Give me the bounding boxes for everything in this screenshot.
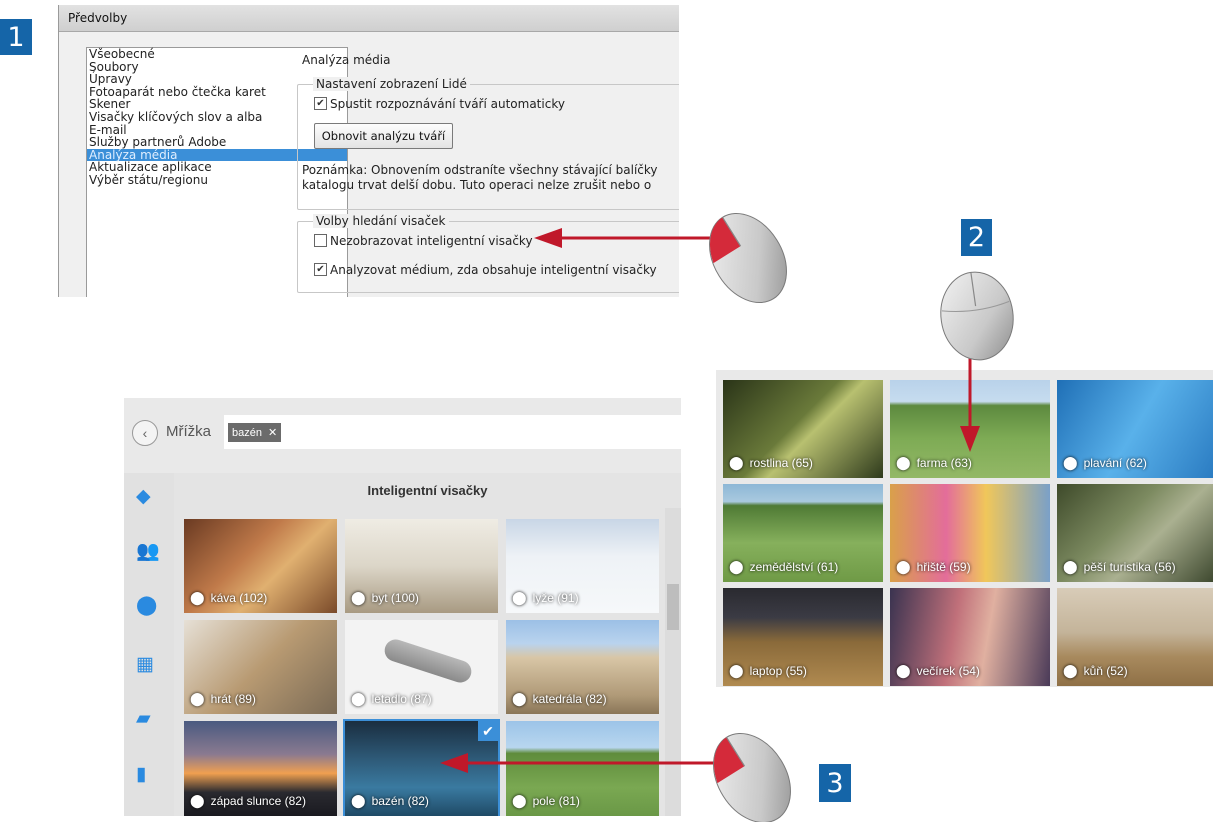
auto-face-checkbox[interactable]: ✔ [314,97,327,110]
smart-tag-label: večírek (54) [916,664,980,678]
grid-sidebar: ◆ 👥 ⬤ ▦ ▰ ▮ [124,473,174,816]
smart-tag-tile[interactable]: ⬤ letadlo (87) [345,620,498,714]
airplane-icon [381,636,475,686]
note-line-2: katalogu trvat delší dobu. Tuto operaci … [302,178,652,192]
check-icon[interactable]: ✔ [478,721,498,741]
smart-tag-label: hrát (89) [210,692,256,706]
tag-icon: ⬤ [190,793,205,808]
tag-icon: ⬤ [729,663,744,678]
tag-icon: ⬤ [512,691,527,706]
tag-icon: ⬤ [1063,559,1078,574]
scrollbar-thumb[interactable] [667,584,679,630]
smart-tag-label: letadlo (87) [371,692,432,706]
smart-tag-tile[interactable]: ⬤ lyže (91) [506,519,659,613]
people-group-title: Nastavení zobrazení Lidé [313,77,470,91]
preferences-dialog: Předvolby Všeobecné Soubory Úpravy Fotoa… [58,5,679,297]
tag-icon: ⬤ [351,691,366,706]
section-title: Analýza média [302,53,391,67]
tag-icon: ⬤ [190,590,205,605]
smart-tag-label: katedrála (82) [532,692,607,706]
tag-icon: ⬤ [896,663,911,678]
smart-tag-tile[interactable]: ⬤ pole (81) [506,721,659,816]
tag-icon[interactable]: ◆ [136,485,151,508]
calendar-icon[interactable]: ▦ [136,653,154,676]
smart-tag-tile[interactable]: ⬤ západ slunce (82) [184,721,337,816]
grid-view-panel: ‹ Mřížka bazén ✕ ◆ 👥 ⬤ ▦ ▰ ▮ Inteligentn… [124,398,681,816]
grid-main-area: Inteligentní visačky ⬤ káva (102) ⬤ byt (1… [174,473,681,816]
tag-icon: ⬤ [1063,455,1078,470]
hide-smart-tags-checkbox[interactable] [314,234,327,247]
tag-group-title: Volby hledání visaček [313,214,449,228]
remove-tag-icon[interactable]: ✕ [268,426,277,439]
tag-icon: ⬤ [351,793,366,808]
note-line-1: Poznámka: Obnovením odstraníte všechny s… [302,163,658,177]
mouse-icon [940,271,1014,361]
mouse-icon [713,732,791,822]
step-badge-2: 2 [961,219,992,256]
folder-icon[interactable]: ▰ [136,707,151,730]
smart-tag-label: lyže (91) [532,591,579,605]
tag-icon: ⬤ [729,455,744,470]
tag-icon: ⬤ [729,559,744,574]
tag-icon: ⬤ [190,691,205,706]
tag-icon: ⬤ [896,559,911,574]
mouse-icon [709,212,787,304]
analyze-smart-tags-label: Analyzovat médium, zda obsahuje intelige… [330,263,657,277]
preferences-title-bar: Předvolby [59,5,679,32]
search-tag-chip[interactable]: bazén ✕ [228,423,282,442]
step-badge-1: 1 [0,19,32,55]
search-tag-label: bazén [232,426,262,439]
tag-icon: ⬤ [512,793,527,808]
panel-title: Inteligentní visačky [367,483,488,498]
smart-tag-tile[interactable]: ⬤ zemědělství (61) [723,484,883,582]
hide-smart-tags-label: Nezobrazovat inteligentní visačky [330,234,533,248]
smart-tags-overview: ⬤ rostlina (65) ⬤ farma (63) ⬤ plavání (62)… [716,370,1213,687]
smart-tag-label: bazén (82) [371,794,429,808]
smart-tag-tile[interactable]: ⬤ plavání (62) [1057,380,1213,478]
tag-search-group [297,221,679,293]
tag-icon: ⬤ [351,590,366,605]
analyze-smart-tags-checkbox[interactable]: ✔ [314,263,327,276]
smart-tag-label: hřiště (59) [916,560,971,574]
smart-tag-label: plavání (62) [1083,456,1147,470]
album-icon[interactable]: ▮ [136,763,146,786]
chevron-left-icon: ‹ [142,425,148,441]
auto-face-label: Spustit rozpoznávání tváří automaticky [330,97,565,111]
smart-tag-label: farma (63) [916,456,972,470]
smart-tag-tile[interactable]: ⬤ káva (102) [184,519,337,613]
smart-tag-tile[interactable]: ⬤ pěší turistika (56) [1057,484,1213,582]
tag-icon: ⬤ [512,590,527,605]
scrollbar[interactable] [665,508,681,816]
selected-smart-tag-tile[interactable]: ✔ ⬤ bazén (82) [343,719,500,816]
smart-tag-tile[interactable]: ⬤ laptop (55) [723,588,883,686]
smart-tag-label: pole (81) [532,794,580,808]
smart-tag-tile[interactable]: ⬤ kůň (52) [1057,588,1213,686]
refresh-face-analysis-button[interactable]: Obnovit analýzu tváří [314,123,453,149]
back-button[interactable]: ‹ [132,420,158,446]
smart-tag-label: laptop (55) [749,664,807,678]
smart-tag-label: kůň (52) [1083,664,1128,678]
smart-tag-label: západ slunce (82) [210,794,306,808]
grid-top-bar: ‹ Mřížka bazén ✕ [124,398,681,473]
smart-tag-tile[interactable]: ⬤ byt (100) [345,519,498,613]
smart-tag-label: zemědělství (61) [749,560,839,574]
step-badge-3: 3 [819,764,851,802]
location-pin-icon[interactable]: ⬤ [136,594,157,617]
smart-tag-label: rostlina (65) [749,456,813,470]
smart-tag-label: káva (102) [210,591,268,605]
search-field[interactable]: bazén ✕ [224,415,681,449]
smart-tag-tile[interactable]: ⬤ hrát (89) [184,620,337,714]
smart-tag-label: pěší turistika (56) [1083,560,1176,574]
grid-title: Mřížka [166,423,211,440]
smart-tag-tile[interactable]: ⬤ farma (63) [890,380,1050,478]
smart-tag-tile[interactable]: ⬤ rostlina (65) [723,380,883,478]
smart-tag-tile[interactable]: ⬤ večírek (54) [890,588,1050,686]
tag-icon: ⬤ [1063,663,1078,678]
smart-tag-tile[interactable]: ⬤ katedrála (82) [506,620,659,714]
smart-tag-tile[interactable]: ⬤ hřiště (59) [890,484,1050,582]
smart-tag-label: byt (100) [371,591,419,605]
tag-icon: ⬤ [896,455,911,470]
people-icon[interactable]: 👥 [136,539,160,563]
